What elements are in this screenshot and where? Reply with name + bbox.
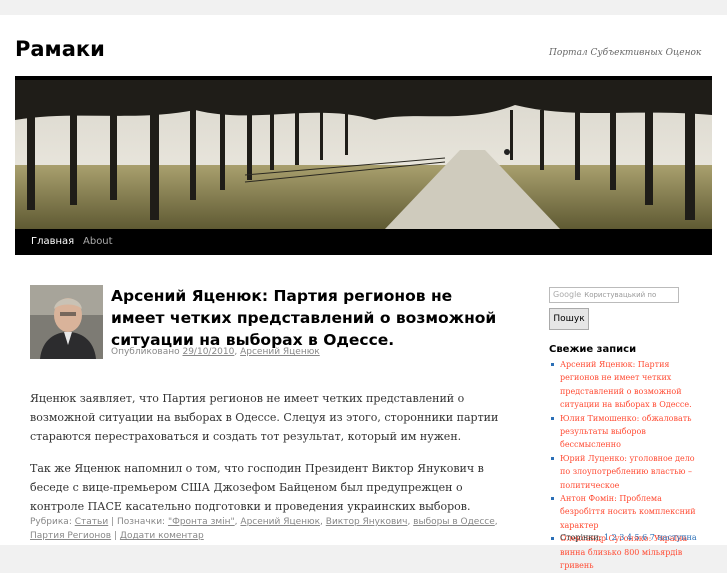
post-author-link[interactable]: Арсений Яценюк	[240, 347, 320, 357]
page-link[interactable]: 7	[650, 533, 655, 542]
post-title[interactable]: Арсений Яценюк: Партия регионов не имеет…	[111, 285, 511, 351]
main-navigation: Главная About	[15, 229, 712, 255]
tag-link[interactable]: Виктор Янукович	[326, 517, 408, 527]
recent-post-link[interactable]: Юрий Луценко: уголовное дело по злоупотр…	[560, 454, 695, 490]
tags-label: Позначки:	[116, 517, 166, 527]
meta-separator: ,	[234, 347, 238, 357]
search-input[interactable]: Google Користувацький по	[549, 287, 679, 303]
site-title[interactable]: Рамаки	[15, 37, 105, 61]
category-link[interactable]: Статьи	[75, 517, 108, 527]
recent-post-item[interactable]: Юлия Тимошенко: обжаловать результаты вы…	[549, 412, 699, 452]
published-label: Опубликовано	[111, 347, 180, 357]
pagination: Сторінки: 1 2 3 4 5 6 7 наступна	[560, 533, 697, 542]
recent-post-item[interactable]: Юрий Луценко: уголовное дело по злоупотр…	[549, 452, 699, 492]
recent-posts-title: Свежие записи	[549, 344, 637, 355]
avenue-trees-image	[15, 80, 712, 229]
tag-link[interactable]: выборы в Одессе	[413, 517, 495, 527]
page-link[interactable]: 6	[642, 533, 647, 542]
post-paragraph: Яценюк заявляет, что Партия регионов не …	[30, 392, 499, 443]
recent-post-link[interactable]: Антон Фомін: Проблема безробіття носить …	[560, 494, 696, 530]
search-button[interactable]: Пошук	[549, 308, 589, 330]
post-utility: Рубрика: Статьи | Позначки: "Фронта змін…	[30, 517, 498, 541]
nav-item-home[interactable]: Главная	[31, 229, 74, 255]
site-description: Портал Субъективных Оценок	[549, 48, 702, 58]
tag-link[interactable]: Партия Регионов	[30, 531, 111, 541]
post-paragraph: Так же Яценюк напомнил о том, что господ…	[30, 462, 484, 513]
search-placeholder: Користувацький по	[584, 291, 657, 299]
header-banner-image	[15, 76, 712, 233]
pages-label: Сторінки:	[560, 533, 602, 542]
category-label: Рубрика:	[30, 517, 72, 527]
recent-post-link[interactable]: Юлия Тимошенко: обжаловать результаты вы…	[560, 414, 692, 450]
nav-item-about[interactable]: About	[83, 229, 113, 255]
tag-link[interactable]: Арсений Яценюк	[240, 517, 320, 527]
post-meta: Опубликовано 29/10/2010, Арсений Яценюк	[111, 347, 320, 357]
post-date-link[interactable]: 29/10/2010	[182, 347, 234, 357]
page-wrapper: Рамаки Портал Субъективных Оценок Главна…	[0, 15, 727, 570]
recent-post-item[interactable]: Антон Фомін: Проблема безробіття носить …	[549, 492, 699, 532]
author-portrait-image	[30, 285, 103, 359]
page-link[interactable]: 5	[635, 533, 640, 542]
page-link[interactable]: 2	[612, 533, 617, 542]
utility-separator: |	[111, 517, 115, 527]
next-page-link[interactable]: наступна	[657, 533, 696, 542]
page-link[interactable]: 1	[604, 533, 609, 542]
add-comment-link[interactable]: Додати коментар	[120, 531, 204, 541]
post-author-photo	[30, 285, 103, 359]
page-link[interactable]: 3	[619, 533, 624, 542]
google-logo: Google	[553, 290, 582, 299]
recent-post-link[interactable]: Арсений Яценюк: Партия регионов не имеет…	[560, 360, 692, 409]
page-link[interactable]: 4	[627, 533, 632, 542]
tag-link[interactable]: "Фронта змін"	[168, 517, 235, 527]
utility-separator: |	[113, 531, 118, 541]
recent-post-item[interactable]: Арсений Яценюк: Партия регионов не имеет…	[549, 358, 699, 412]
